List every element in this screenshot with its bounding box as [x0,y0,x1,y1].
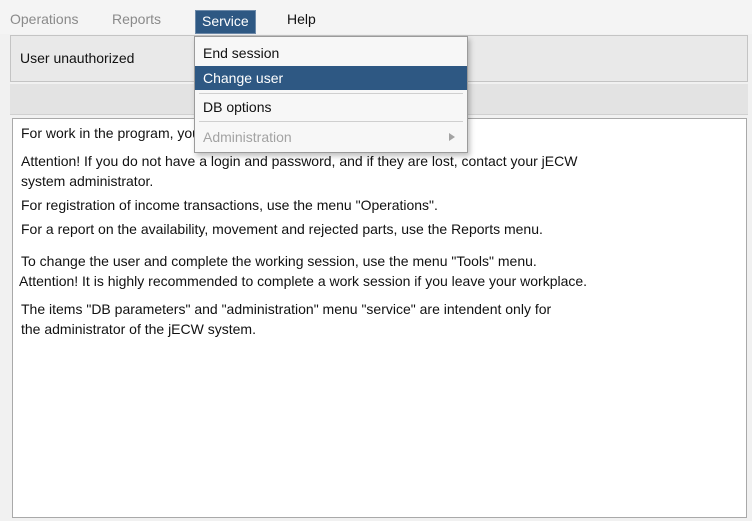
menu-separator [199,121,463,122]
info-text-area: For work in the program, you need to pas… [12,118,747,518]
menu-separator [199,93,463,94]
info-line: the administrator of the jECW system. [21,321,256,337]
info-line: For registration of income transactions,… [21,197,438,213]
submenu-arrow-icon [449,133,455,141]
info-line: To change the user and complete the work… [21,253,537,269]
menu-operations[interactable]: Operations [6,8,82,30]
info-line: Attention! If you do not have a login an… [21,153,578,169]
menu-item-end-session[interactable]: End session [195,41,467,65]
info-line: For a report on the availability, moveme… [21,221,543,237]
info-line: Attention! It is highly recommended to c… [19,273,588,289]
info-line: system administrator. [21,173,154,189]
menu-bar: Operations Reports Service Help [0,0,752,34]
menu-item-change-user[interactable]: Change user [195,66,467,90]
menu-service[interactable]: Service [195,10,256,34]
menu-item-administration-label: Administration [203,129,292,145]
menu-reports[interactable]: Reports [108,8,165,30]
user-status-label: User unauthorized [20,50,135,66]
menu-item-administration[interactable]: Administration [195,125,467,149]
menu-help[interactable]: Help [283,8,320,30]
menu-item-db-options[interactable]: DB options [195,95,467,119]
service-dropdown-menu: End session Change user DB options Admin… [194,36,468,153]
info-line: The items "DB parameters" and "administr… [21,301,552,317]
